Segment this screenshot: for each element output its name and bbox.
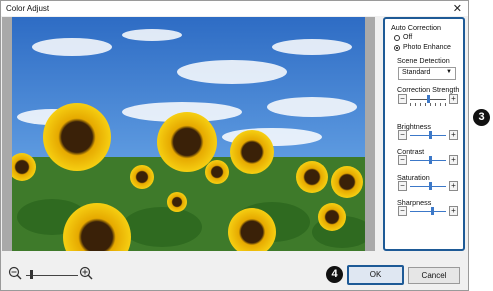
minus-button[interactable]: −	[398, 155, 407, 165]
radio-off[interactable]: Off	[394, 34, 412, 41]
zoom-out-icon[interactable]	[8, 266, 22, 280]
title-bar: Color Adjust ✕	[1, 1, 468, 16]
minus-button[interactable]: −	[398, 130, 407, 140]
window-title: Color Adjust	[6, 4, 50, 13]
plus-button[interactable]: +	[449, 155, 458, 165]
contrast-slider[interactable]: − +	[398, 155, 458, 165]
plus-button[interactable]: +	[449, 130, 458, 140]
callout-badge-3: 3	[473, 109, 490, 126]
plus-button[interactable]: +	[449, 206, 458, 216]
slider-knob[interactable]	[428, 156, 432, 164]
slider-track	[410, 211, 446, 212]
sunflower-field-image	[12, 17, 365, 251]
scene-detection-value: Standard	[402, 69, 431, 76]
slider-knob[interactable]	[430, 207, 434, 215]
color-adjust-dialog: Color Adjust ✕ Auto Correction Off Photo…	[0, 0, 469, 291]
zoom-in-icon[interactable]	[79, 266, 93, 280]
brightness-slider[interactable]: − +	[398, 130, 458, 140]
plus-button[interactable]: +	[449, 94, 458, 104]
radio-off-indicator	[394, 34, 400, 41]
zoom-slider-track[interactable]	[26, 275, 78, 276]
zoom-control	[2, 258, 93, 280]
slider-knob[interactable]	[427, 95, 430, 103]
callout-badge-4: 4	[326, 266, 343, 283]
scene-detection-select[interactable]: Standard ▼	[398, 67, 456, 80]
auto-correction-label: Auto Correction	[391, 23, 441, 32]
minus-button[interactable]: −	[398, 181, 407, 191]
ok-button[interactable]: OK	[347, 265, 404, 285]
scene-detection-label: Scene Detection	[397, 56, 450, 65]
slider-knob[interactable]	[428, 131, 432, 139]
slider-knob[interactable]	[428, 182, 432, 190]
correction-strength-slider[interactable]: − +	[398, 94, 458, 106]
minus-button[interactable]: −	[398, 206, 407, 216]
correction-strength-label: Correction Strength	[397, 85, 460, 94]
preview-area	[2, 17, 375, 251]
saturation-slider[interactable]: − +	[398, 181, 458, 191]
plus-button[interactable]: +	[449, 181, 458, 191]
preview-image	[12, 17, 365, 251]
radio-photo-enhance-indicator	[394, 44, 400, 51]
sharpness-slider[interactable]: − +	[398, 206, 458, 216]
radio-photo-enhance-label: Photo Enhance	[403, 44, 451, 51]
correction-panel: Auto Correction Off Photo Enhance Scene …	[383, 17, 465, 251]
chevron-down-icon: ▼	[446, 69, 452, 75]
radio-off-label: Off	[403, 34, 413, 41]
minus-button[interactable]: −	[398, 94, 407, 104]
zoom-slider-knob[interactable]	[30, 270, 34, 279]
cancel-button[interactable]: Cancel	[408, 267, 460, 284]
radio-photo-enhance[interactable]: Photo Enhance	[394, 44, 451, 51]
close-icon[interactable]: ✕	[453, 2, 462, 15]
slider-ticks	[410, 103, 446, 106]
